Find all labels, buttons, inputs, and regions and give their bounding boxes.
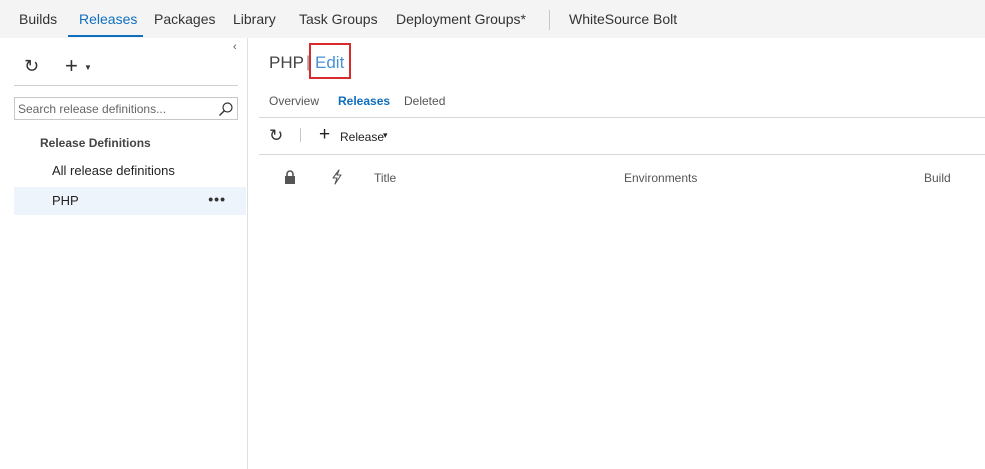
toolbar-divider	[14, 85, 238, 86]
chevron-down-icon[interactable]: ▼	[84, 63, 92, 72]
chevron-down-icon: ▾	[383, 130, 388, 140]
search-box	[14, 97, 238, 120]
add-definition-icon[interactable]: +	[65, 53, 78, 79]
page-title: PHP	[269, 53, 304, 72]
nav-deployment-groups[interactable]: Deployment Groups*	[396, 11, 526, 27]
nav-packages[interactable]: Packages	[154, 11, 215, 27]
tree-item-label: All release definitions	[52, 163, 175, 178]
nav-divider	[549, 10, 550, 30]
refresh-releases-icon[interactable]: ↻	[269, 126, 283, 146]
tab-releases[interactable]: Releases	[338, 94, 390, 108]
column-header-environments[interactable]: Environments	[624, 171, 697, 185]
section-header-release-definitions: Release Definitions	[40, 136, 151, 150]
search-input[interactable]	[15, 98, 215, 119]
edit-link[interactable]: Edit	[315, 53, 344, 73]
tree-item-label: PHP	[52, 193, 79, 208]
tree-item-all-release-definitions[interactable]: All release definitions	[14, 157, 246, 185]
nav-task-groups[interactable]: Task Groups	[299, 11, 378, 27]
refresh-icon[interactable]: ↻	[24, 56, 39, 77]
toolbar-bottom-divider	[259, 154, 985, 155]
toolbar-divider	[300, 128, 301, 142]
tab-deleted[interactable]: Deleted	[404, 94, 445, 108]
more-actions-icon[interactable]: •••	[208, 191, 226, 207]
nav-library[interactable]: Library	[233, 11, 276, 27]
release-button-label: Release	[340, 130, 385, 144]
column-header-title[interactable]: Title	[374, 171, 396, 185]
column-header-build[interactable]: Build	[924, 171, 951, 185]
plus-icon: +	[319, 124, 331, 145]
nav-releases[interactable]: Releases	[79, 11, 137, 27]
definitions-pane: ‹ ↻ + ▼ Release Definitions All release …	[0, 38, 248, 469]
tab-overview[interactable]: Overview	[269, 94, 319, 108]
tree-item-php[interactable]: PHP •••	[14, 187, 246, 215]
nav-builds[interactable]: Builds	[19, 11, 57, 27]
top-nav: Builds Releases Packages Library Task Gr…	[0, 0, 985, 38]
collapse-pane-icon[interactable]: ‹	[233, 41, 237, 53]
search-icon[interactable]	[218, 101, 234, 117]
tabs-divider	[259, 117, 985, 118]
active-nav-indicator	[68, 35, 143, 37]
nav-whitesource-bolt[interactable]: WhiteSource Bolt	[569, 11, 677, 27]
lock-icon	[285, 170, 295, 184]
release-definition-view: PHP | Edit Overview Releases Deleted ↻ +…	[249, 38, 985, 469]
lightning-icon	[332, 169, 342, 185]
